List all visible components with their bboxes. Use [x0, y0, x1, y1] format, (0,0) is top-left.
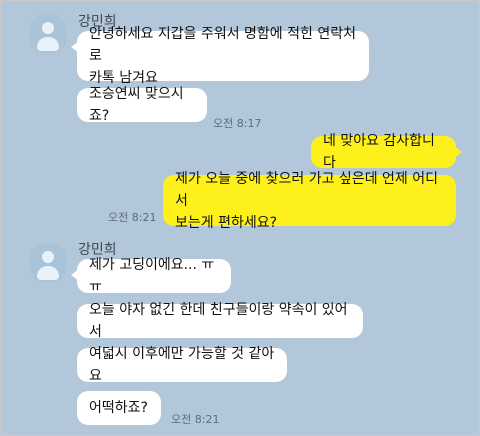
message-bubble[interactable]: 조승연씨 맞으시죠?: [77, 86, 207, 124]
outgoing-message-bubble[interactable]: 네 맞아요 감사합니다: [311, 133, 462, 171]
default-profile-icon: [42, 251, 54, 263]
sender-avatar[interactable]: [29, 15, 67, 53]
outgoing-message-bubble[interactable]: 제가 오늘 중에 찾으러 가고 싶은데 언제 어디서 보는게 편하세요?: [163, 171, 456, 231]
message-bubble[interactable]: 오늘 야자 없긴 한데 친구들이랑 약속이 있어서: [77, 302, 363, 340]
message-time: 오전 8:21: [171, 413, 220, 426]
message-bubble[interactable]: 제가 고딩이에요... ㅠㅠ: [71, 257, 231, 295]
chat-window: 강민희 안녕하세요 지갑을 주워서 명함에 적힌 연락처로 카톡 남겨요 조승연…: [0, 0, 480, 436]
default-profile-icon: [42, 22, 54, 34]
message-bubble[interactable]: 어떡하죠?: [77, 391, 161, 425]
message-bubble[interactable]: 여덟시 이후에만 가능할 것 같아요: [77, 346, 287, 384]
sender-avatar[interactable]: [29, 244, 67, 282]
message-time: 오전 8:21: [108, 211, 157, 224]
message-time: 오전 8:17: [213, 117, 262, 130]
message-bubble[interactable]: 안녕하세요 지갑을 주워서 명함에 적힌 연락처로 카톡 남겨요: [71, 26, 369, 86]
